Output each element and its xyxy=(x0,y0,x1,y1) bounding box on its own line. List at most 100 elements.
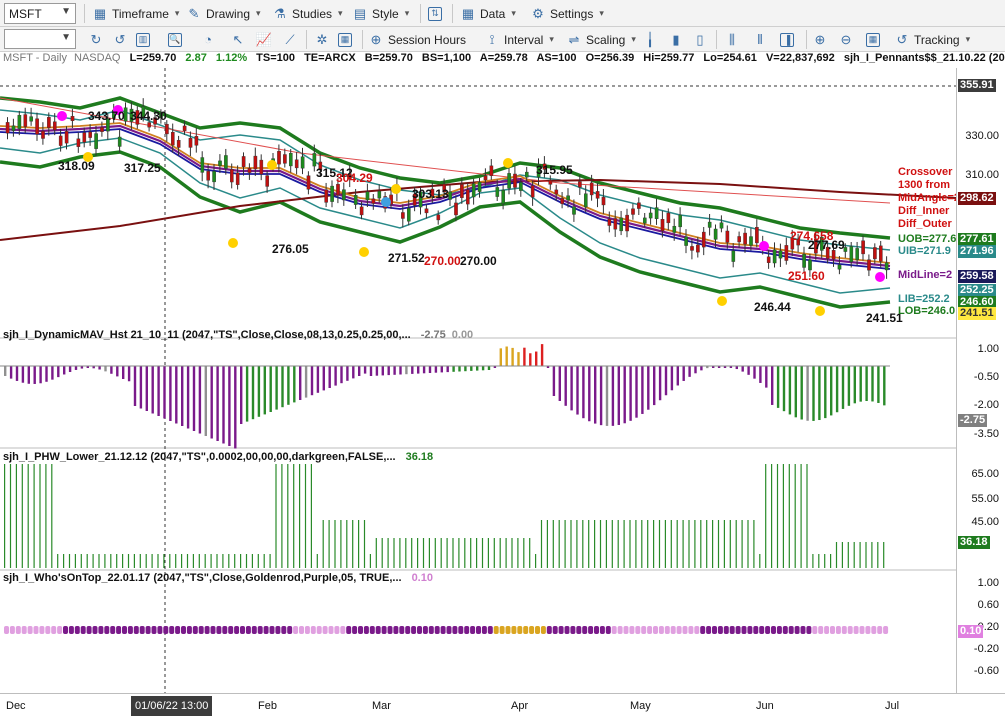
candle-body xyxy=(213,171,216,182)
chart-svg[interactable]: 343.70 344.30318.09 317.25 315.12304.29276.… xyxy=(0,68,956,693)
wot-marker xyxy=(364,626,369,634)
wot-marker xyxy=(388,626,393,634)
histogram-bar-negative xyxy=(759,366,761,383)
date-tick: Jul xyxy=(885,700,899,712)
wot-marker xyxy=(323,626,328,634)
expand-bars-button[interactable]: ⫴ xyxy=(752,29,768,50)
phw-bar xyxy=(293,464,294,568)
gauge-button[interactable]: ◔ xyxy=(200,29,216,50)
price-annotation: 270.00 xyxy=(424,254,461,268)
phw-bar xyxy=(358,520,359,568)
drawing-button[interactable]: ✎ Drawing ▾ xyxy=(186,3,261,24)
histogram-bar-negative xyxy=(801,366,803,420)
phw-bar xyxy=(34,464,35,568)
axis-tick: 55.00 xyxy=(971,493,999,505)
wot-marker xyxy=(157,626,162,634)
phw-bar xyxy=(452,538,453,568)
candle-body xyxy=(856,248,859,259)
interval-input[interactable]: ▼ xyxy=(4,29,76,49)
zoom-in-button[interactable]: ⊕ xyxy=(812,29,828,50)
scaling-icon: ⇌ xyxy=(566,32,582,48)
pointer-button[interactable]: ↖ xyxy=(230,29,246,50)
reload-button[interactable]: ↺ xyxy=(112,29,128,50)
histogram-bar-negative xyxy=(883,366,885,405)
data-button[interactable]: ▦ Data ▾ xyxy=(460,3,516,24)
wot-marker xyxy=(411,626,416,634)
phw-bar xyxy=(104,554,105,568)
histogram-bar-negative xyxy=(482,366,484,370)
histogram-bar-positive xyxy=(541,344,543,366)
scaling-button[interactable]: ⇌ Scaling ▾ xyxy=(566,29,636,50)
timeframe-button[interactable]: ▦ Timeframe ▾ xyxy=(92,3,179,24)
trade-exchange: TE=ARCX xyxy=(304,52,356,64)
chart-type-button[interactable]: 📈 xyxy=(256,29,272,50)
candle-body xyxy=(218,161,221,166)
interval-button[interactable]: ⟟ Interval ▾ xyxy=(484,29,554,50)
tracking-button[interactable]: ↺ Tracking ▾ xyxy=(894,29,970,50)
phw-bar xyxy=(624,520,625,568)
chart-canvas[interactable]: 343.70 344.30 318.09 317.25 315.12 304.29 276.… xyxy=(0,68,956,693)
histogram-bar-negative xyxy=(140,366,142,409)
link-windows-button[interactable]: ⇅ xyxy=(428,3,442,24)
histogram-bar-positive xyxy=(511,348,513,366)
studies-button[interactable]: ⚗ Studies ▾ xyxy=(272,3,343,24)
wot-marker xyxy=(346,626,351,634)
dynamic-mav-histogram xyxy=(0,344,890,448)
session-hours-button[interactable]: ⊕ Session Hours xyxy=(368,29,466,50)
zoom-button[interactable]: 🔍 xyxy=(168,29,182,50)
fit-button[interactable]: ▦ xyxy=(866,29,880,50)
wot-marker xyxy=(706,626,711,634)
phw-bar xyxy=(671,520,672,568)
price-axis[interactable]: 355.91 330.00 310.00 298.62 277.61 271.9… xyxy=(956,68,1005,693)
histogram-bar-negative xyxy=(635,366,637,418)
histogram-bar-negative xyxy=(476,366,478,371)
phw-bar xyxy=(57,554,58,568)
separator xyxy=(362,30,363,49)
wot-marker xyxy=(541,626,546,634)
wot-marker xyxy=(694,626,699,634)
candle-body xyxy=(555,190,558,194)
trendline-button[interactable]: ⟋ xyxy=(282,29,298,50)
phw-bar xyxy=(323,520,324,568)
phw-bar xyxy=(458,538,459,568)
swing-marker xyxy=(503,158,513,168)
format-button[interactable]: ✲ xyxy=(314,29,330,50)
settings-button[interactable]: ⚙ Settings ▾ xyxy=(530,3,604,24)
histogram-bar-negative xyxy=(75,366,77,370)
table-button[interactable]: ▦ xyxy=(338,29,352,50)
scroll-bars-button[interactable]: ▐ xyxy=(780,29,794,50)
candle-body xyxy=(283,155,286,164)
refresh-button[interactable]: ↻ xyxy=(88,29,104,50)
candle-body xyxy=(195,136,198,145)
wot-marker xyxy=(594,626,599,634)
phw-bar xyxy=(181,554,182,568)
style-button[interactable]: ▤ Style ▾ xyxy=(352,3,409,24)
histogram-bar-negative xyxy=(488,366,490,370)
phw-bar xyxy=(370,554,371,568)
phw-bar xyxy=(600,520,601,568)
histogram-bar-negative xyxy=(39,366,41,383)
price-annotation: 315.95 xyxy=(536,163,573,177)
wot-marker xyxy=(635,626,640,634)
wot-marker xyxy=(45,626,50,634)
phw-bar xyxy=(629,520,630,568)
zoom-out-button[interactable]: ⊖ xyxy=(838,29,854,50)
candle-body xyxy=(773,250,776,263)
compress-bars-button[interactable]: ⫼ xyxy=(724,29,740,50)
histogram-bar-negative xyxy=(588,366,590,421)
phw-bar xyxy=(618,520,619,568)
time-axis[interactable]: Dec 01/06/22 13:00 Feb Mar Apr May Jun J… xyxy=(0,693,1005,722)
histogram-bar-negative xyxy=(812,366,814,421)
bar-style-button[interactable]: ╽ xyxy=(642,29,658,50)
histogram-bar-negative xyxy=(594,366,596,424)
wot-marker xyxy=(511,626,516,634)
chevron-down-icon: ▼ xyxy=(61,6,71,17)
candle-body xyxy=(6,122,9,133)
last-price-label: 259.58 xyxy=(958,270,996,283)
candle-hollow-button[interactable]: ▯ xyxy=(692,29,708,50)
histogram-bar-negative xyxy=(358,366,360,376)
candle-style-button[interactable]: ▮ xyxy=(668,29,684,50)
grid-button[interactable]: ▥ xyxy=(136,29,150,50)
symbol-input[interactable]: MSFT ▼ xyxy=(4,3,76,24)
candle-body xyxy=(460,184,463,197)
